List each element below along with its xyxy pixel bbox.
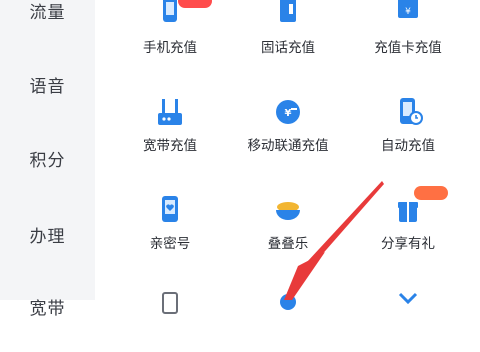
gift-icon <box>398 202 418 222</box>
bowl-icon <box>276 202 300 220</box>
service-label: 叠叠乐 <box>267 236 309 252</box>
sidebar-item-broadband[interactable]: 宽带 <box>0 294 95 319</box>
sidebar-item-voice[interactable]: 语音 <box>0 72 95 97</box>
router-icon <box>158 99 182 125</box>
landline-recharge-icon <box>280 0 296 22</box>
service-auto-recharge[interactable]: 自动充值 <box>348 98 468 160</box>
service-mobile-unicom-recharge[interactable]: ¥ 移动联通充值 <box>228 98 348 160</box>
service-label: 亲密号 <box>149 236 191 252</box>
service-label: 充值卡充值 <box>374 40 442 56</box>
category-sidebar: 流量 语音 积分 办理 宽带 <box>0 0 95 319</box>
service-label: 固话充值 <box>261 40 315 56</box>
service-mobile-recharge[interactable]: 手机充值 <box>110 0 230 62</box>
heart-phone-icon <box>162 196 178 222</box>
recharge-card-icon: ¥ <box>398 0 418 18</box>
service-label: 移动联通充值 <box>247 138 329 154</box>
partial-icon-3 <box>398 292 418 305</box>
service-label: 自动充值 <box>381 138 435 154</box>
service-diediele[interactable]: 叠叠乐 <box>228 196 348 258</box>
auto-recharge-icon <box>400 98 423 125</box>
svg-text:¥: ¥ <box>285 108 292 119</box>
service-partial-1[interactable] <box>110 290 230 352</box>
service-partial-2[interactable] <box>228 290 348 352</box>
service-share-gift[interactable]: 分享有礼 <box>348 186 468 258</box>
service-grid: 手机充值 固话充值 ¥ 充值卡充值 宽带充值 ¥ 移动联通充值 自动充值 亲密号… <box>95 0 480 314</box>
sidebar-item-data[interactable]: 流量 <box>0 0 95 23</box>
svg-text:¥: ¥ <box>405 7 411 17</box>
partial-icon-2 <box>280 294 296 310</box>
service-label: 宽带充值 <box>143 138 197 154</box>
service-broadband-recharge[interactable]: 宽带充值 <box>110 98 230 160</box>
service-intimate-number[interactable]: 亲密号 <box>110 196 230 258</box>
promo-badge <box>414 186 448 200</box>
service-landline-recharge[interactable]: 固话充值 <box>228 0 348 62</box>
service-label: 分享有礼 <box>381 236 435 252</box>
service-card-recharge[interactable]: ¥ 充值卡充值 <box>348 0 468 62</box>
sidebar-item-handle[interactable]: 办理 <box>0 222 95 247</box>
partial-icon-1 <box>162 292 178 314</box>
sidebar-item-points[interactable]: 积分 <box>0 146 95 171</box>
service-label: 手机充值 <box>143 40 197 56</box>
service-partial-3[interactable] <box>348 290 468 352</box>
promo-badge <box>178 0 212 8</box>
coin-icon: ¥ <box>276 100 300 124</box>
